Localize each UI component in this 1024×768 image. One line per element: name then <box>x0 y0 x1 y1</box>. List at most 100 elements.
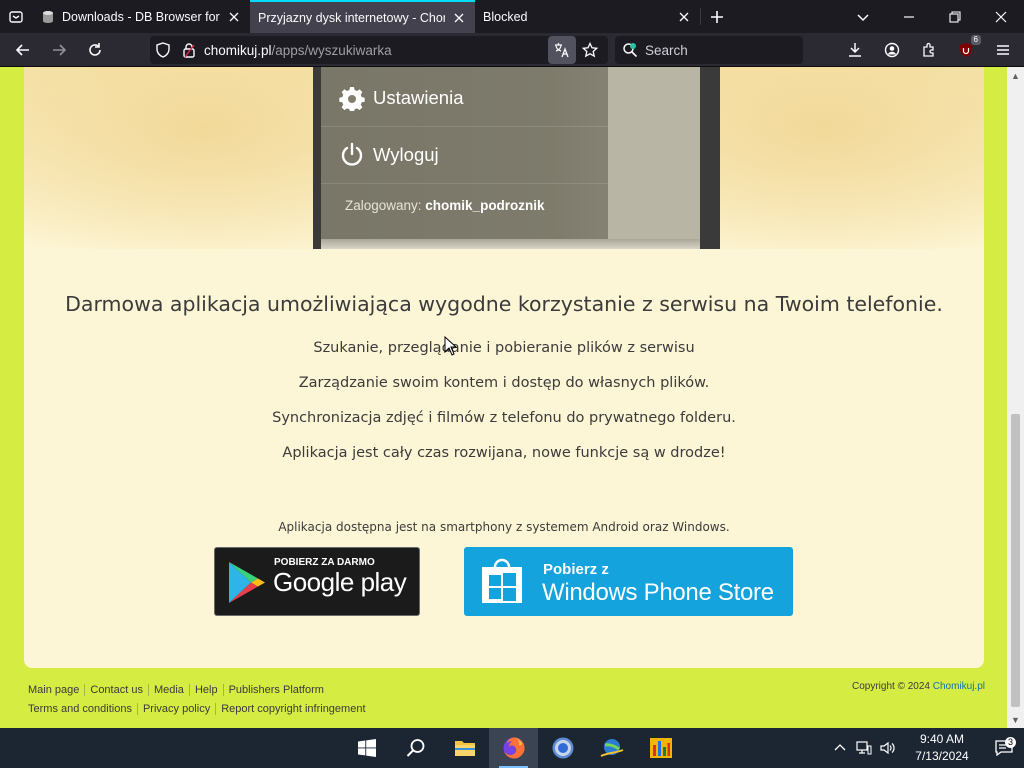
hamburger-menu-icon <box>997 45 1009 55</box>
close-tab-icon[interactable] <box>676 9 692 25</box>
system-tray: 9:40 AM 7/13/2024 3 <box>828 728 1024 768</box>
close-icon <box>995 11 1007 22</box>
downloads-button[interactable] <box>840 35 870 65</box>
bookmark-star-icon[interactable] <box>576 36 604 64</box>
puzzle-icon <box>923 42 934 57</box>
reload-icon <box>89 42 101 56</box>
arrow-right-icon <box>53 43 67 56</box>
copyright-notice: Copyright © 2024 Chomikuj.pl <box>852 681 985 692</box>
copyright-brand-link[interactable]: Chomikuj.pl <box>933 681 985 692</box>
feature-item: Aplikacja jest cały czas rozwijana, nowe… <box>282 445 726 461</box>
tab-title: Blocked <box>483 9 528 24</box>
download-icon <box>849 43 861 57</box>
phone-menu-settings-label: Ustawienia <box>373 87 464 108</box>
close-tab-icon[interactable] <box>451 10 467 26</box>
taskbar-firefox[interactable] <box>489 728 538 768</box>
footer-link-privacy[interactable]: Privacy policy <box>136 703 215 715</box>
feature-item: Synchronizacja zdjęć i filmów z telefonu… <box>272 410 736 426</box>
tab-bar: Downloads - DB Browser for SQL Przyjazny… <box>0 0 1024 33</box>
page-footer: Main page Contact us Media Help Publishe… <box>0 679 1007 728</box>
phone-bottom-strip <box>321 239 700 249</box>
tab-downloads[interactable]: Downloads - DB Browser for SQL <box>32 0 250 33</box>
phone-mockup: Ustawienia Wyloguj Zalogowany: chomik_po… <box>313 67 720 249</box>
show-hidden-icons-chevron-icon[interactable] <box>828 742 852 754</box>
tab-chomikuj[interactable]: Przyjazny dysk internetowy - Chomik <box>250 0 475 33</box>
google-play-logo-icon <box>229 562 265 603</box>
footer-link-publishers[interactable]: Publishers Platform <box>222 684 329 696</box>
windows-store-big-text: Windows Phone Store <box>542 579 774 606</box>
gear-icon <box>331 85 373 111</box>
minimize-icon <box>904 15 914 18</box>
forward-button[interactable] <box>44 35 74 65</box>
footer-links-row: Main page Contact us Media Help Publishe… <box>28 684 329 696</box>
scrollbar-thumb[interactable] <box>1011 414 1020 707</box>
mouse-cursor-icon <box>444 336 458 356</box>
phone-menu-logout: Wyloguj <box>321 127 608 184</box>
windows-store-small-text: Pobierz z <box>543 561 609 578</box>
footer-link-terms[interactable]: Terms and conditions <box>28 703 137 715</box>
extension-badge: 6 <box>970 35 981 45</box>
windows-logo-icon <box>357 739 376 757</box>
page-scrollbar[interactable]: ▲ ▼ <box>1007 67 1024 728</box>
navigation-toolbar: chomikuj.pl/apps/wyszukiwarka Search 6 <box>0 33 1024 67</box>
phone-screen: Ustawienia Wyloguj Zalogowany: chomik_po… <box>321 67 700 249</box>
globe-network-icon <box>600 739 623 757</box>
tab-blocked[interactable]: Blocked <box>475 0 700 33</box>
windows-taskbar: 9:40 AM 7/13/2024 3 <box>0 728 1024 768</box>
footer-link-report[interactable]: Report copyright infringement <box>215 703 370 715</box>
close-window-button[interactable] <box>978 0 1024 33</box>
footer-link-media[interactable]: Media <box>147 684 189 696</box>
back-button[interactable] <box>8 35 38 65</box>
notification-count-badge: 3 <box>1004 737 1016 748</box>
scroll-up-arrow-icon[interactable]: ▲ <box>1007 67 1024 84</box>
new-tab-button[interactable] <box>701 0 733 33</box>
power-icon <box>331 142 373 168</box>
hero-banner: Ustawienia Wyloguj Zalogowany: chomik_po… <box>24 67 984 249</box>
url-path: /apps/wyszukiwarka <box>271 42 392 58</box>
start-button[interactable] <box>342 728 391 768</box>
restore-icon <box>949 10 961 23</box>
account-button[interactable] <box>877 35 907 65</box>
plus-icon <box>711 10 723 23</box>
taskbar-clock[interactable]: 9:40 AM 7/13/2024 <box>906 731 978 765</box>
lock-icon[interactable] <box>176 42 202 58</box>
windows-phone-store-badge[interactable]: Pobierz z Windows Phone Store <box>464 547 793 616</box>
logged-in-status: Zalogowany: chomik_podroznik <box>345 198 545 213</box>
taskbar-chrome[interactable] <box>538 728 587 768</box>
taskbar-search-button[interactable] <box>391 728 440 768</box>
tab-list-icon[interactable] <box>0 0 32 33</box>
address-bar[interactable]: chomikuj.pl/apps/wyszukiwarka <box>150 36 608 64</box>
translate-icon[interactable] <box>548 36 576 64</box>
google-play-big-text: Google play <box>273 567 407 597</box>
search-icon <box>406 739 424 757</box>
url-text: chomikuj.pl/apps/wyszukiwarka <box>204 43 392 58</box>
copyright-text: Copyright © 2024 <box>852 681 933 692</box>
footer-link-help[interactable]: Help <box>188 684 223 696</box>
restore-button[interactable] <box>932 0 978 33</box>
feature-item: Zarządzanie swoim kontem i dostęp do wła… <box>298 375 710 391</box>
footer-links-row: Terms and conditions Privacy policy Repo… <box>28 703 371 715</box>
taskbar-network-app[interactable] <box>587 728 636 768</box>
tab-overflow-button[interactable] <box>840 0 886 33</box>
ublock-button[interactable]: 6 <box>951 35 981 65</box>
network-icon[interactable] <box>852 741 876 755</box>
minimize-button[interactable] <box>886 0 932 33</box>
google-play-badge[interactable]: POBIERZ ZA DARMO Google play <box>214 547 420 616</box>
footer-link-contact[interactable]: Contact us <box>84 684 148 696</box>
taskbar-chart-app[interactable] <box>636 728 685 768</box>
footer-link-main-page[interactable]: Main page <box>28 684 84 696</box>
bar-chart-app-icon <box>649 738 672 758</box>
volume-icon[interactable] <box>876 741 900 755</box>
tracking-protection-icon[interactable] <box>150 42 176 58</box>
page-viewport: Ustawienia Wyloguj Zalogowany: chomik_po… <box>0 67 1007 728</box>
reload-button[interactable] <box>80 35 110 65</box>
menu-button[interactable] <box>988 35 1018 65</box>
scroll-down-arrow-icon[interactable]: ▼ <box>1007 711 1024 728</box>
extensions-button[interactable] <box>914 35 944 65</box>
search-bar[interactable]: Search <box>615 36 803 64</box>
notification-center-button[interactable]: 3 <box>984 737 1024 756</box>
feature-item: Szukanie, przeglądanie i pobieranie plik… <box>313 340 695 356</box>
close-tab-icon[interactable] <box>226 9 242 25</box>
taskbar-file-explorer[interactable] <box>440 728 489 768</box>
app-promo-card: Ustawienia Wyloguj Zalogowany: chomik_po… <box>24 67 984 668</box>
